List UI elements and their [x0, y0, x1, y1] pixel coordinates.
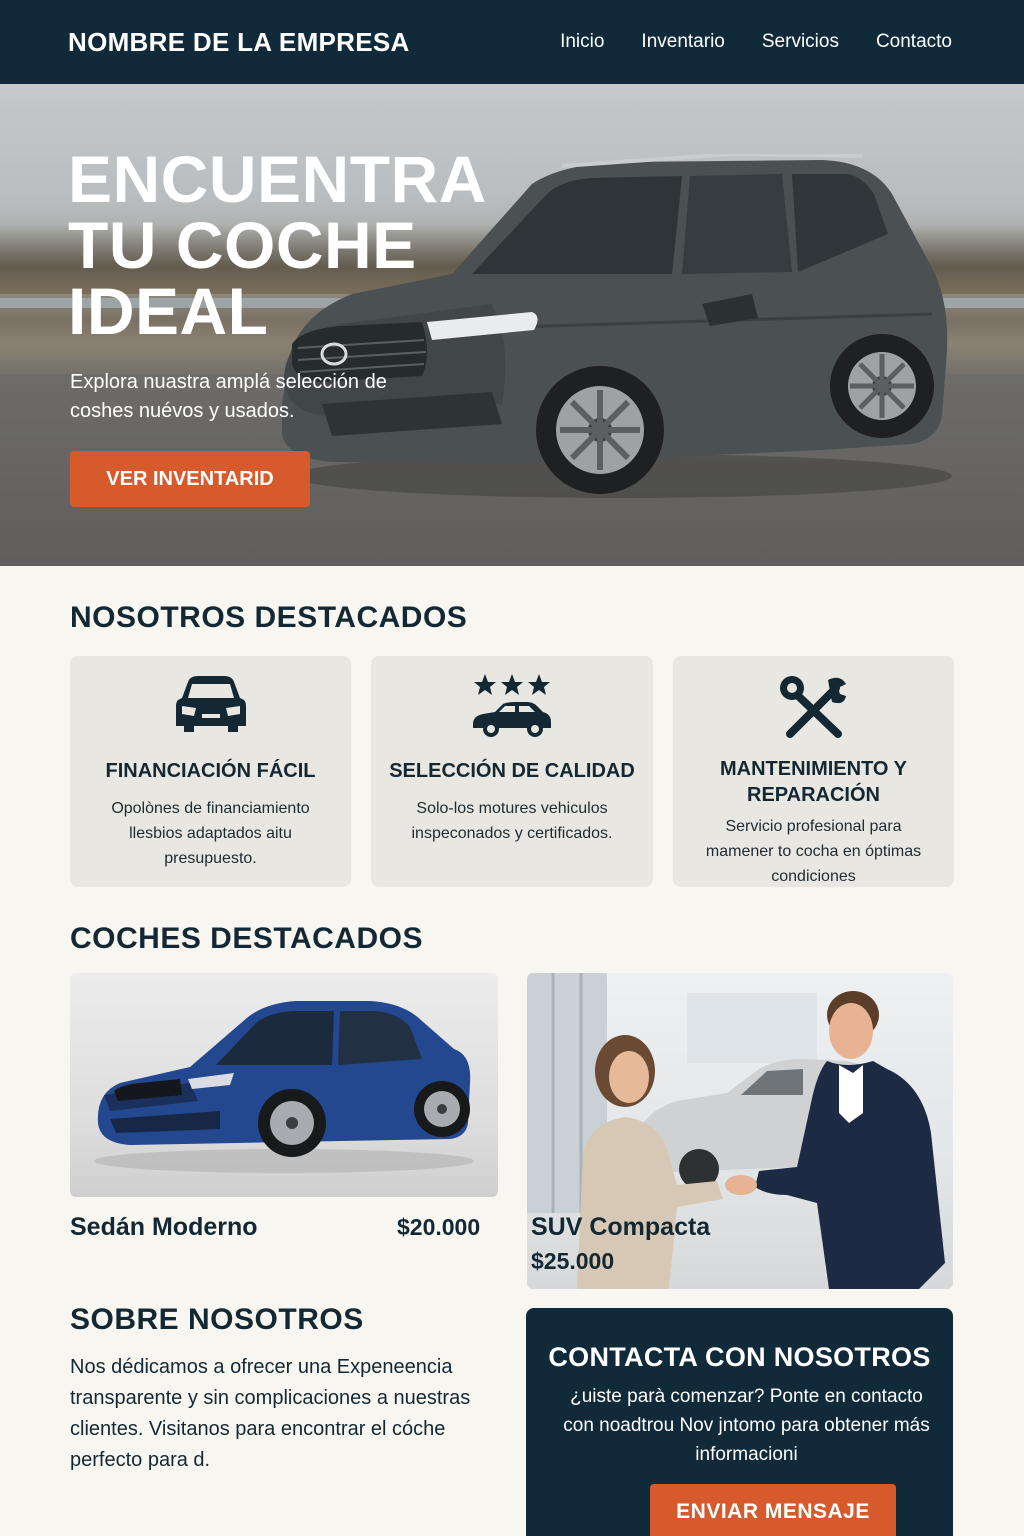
car-name: SUV Compacta [531, 1213, 711, 1241]
feature-card-title: MANTENIMIENTO Y REPARACIÓN [719, 758, 908, 806]
send-message-button[interactable]: ENVIAR MENSAJE [650, 1484, 896, 1536]
hero-title-line: IDEAL [68, 274, 269, 348]
sedan-image [94, 1001, 474, 1173]
features-title: NOSOTROS DESTACADOS [70, 601, 468, 634]
contact-panel: CONTACTA CON NOSOTROS ¿uiste parà comenz… [526, 1308, 953, 1536]
car-price: $20.000 [397, 1214, 481, 1240]
feature-card-title: SELECCIÓN DE CALIDAD [389, 760, 635, 782]
site-header: NOMBRE DE LA EMPRESA Inicio Inventario S… [0, 0, 1024, 84]
about-text: Nos dédicamos a ofrecer una Expeneencia … [70, 1356, 471, 1471]
sedan-photo[interactable] [70, 973, 498, 1197]
tools-icon [779, 676, 846, 738]
car-front-icon [175, 676, 246, 732]
featured-cars-title: COCHES DESTACADOS [70, 922, 423, 955]
nav-link-inventario[interactable]: Inventario [641, 31, 724, 53]
feature-card-text: Opolònes de financiamiento llesbios adap… [111, 800, 310, 867]
hero-section: ENCUENTRA TU COCHE IDEAL Explora nuastra… [0, 84, 1024, 566]
feature-card-title: FINANCIACIÓN FÁCIL [105, 760, 316, 782]
car-name: Sedán Moderno [70, 1213, 258, 1241]
feature-card-financing: FINANCIACIÓN FÁCIL Opolònes de financiam… [70, 656, 351, 887]
hero-title-line: ENCUENTRA [68, 142, 487, 216]
main-nav: Inicio Inventario Servicios Contacto [560, 31, 952, 53]
view-inventory-button[interactable]: VER INVENTARID [70, 451, 310, 507]
hero-title: ENCUENTRA TU COCHE IDEAL [68, 146, 528, 344]
feature-card-text: Solo-los motures vehiculos inspeconados … [411, 800, 613, 842]
brand-name[interactable]: NOMBRE DE LA EMPRESA [68, 27, 410, 58]
hero-title-line: TU COCHE [68, 208, 417, 282]
feature-card-maintenance: MANTENIMIENTO Y REPARACIÓN Servicio prof… [673, 656, 954, 887]
feature-card-quality: SELECCIÓN DE CALIDAD Solo-los motures ve… [371, 656, 653, 887]
contact-text: ¿uiste parà comenzar? Ponte en contacto … [563, 1386, 930, 1465]
nav-link-servicios[interactable]: Servicios [762, 31, 839, 53]
rated-car-icon [473, 674, 551, 737]
contact-title: CONTACTA CON NOSOTROS [548, 1342, 931, 1372]
car-price: $25.000 [531, 1248, 615, 1274]
hero-subtitle: Explora nuastra amplá selección de coshe… [70, 371, 387, 422]
nav-link-contacto[interactable]: Contacto [876, 31, 952, 53]
nav-link-inicio[interactable]: Inicio [560, 31, 604, 53]
about-title: SOBRE NOSOTROS [70, 1303, 364, 1336]
feature-card-text: Servicio profesional para mamener to coc… [705, 818, 922, 885]
